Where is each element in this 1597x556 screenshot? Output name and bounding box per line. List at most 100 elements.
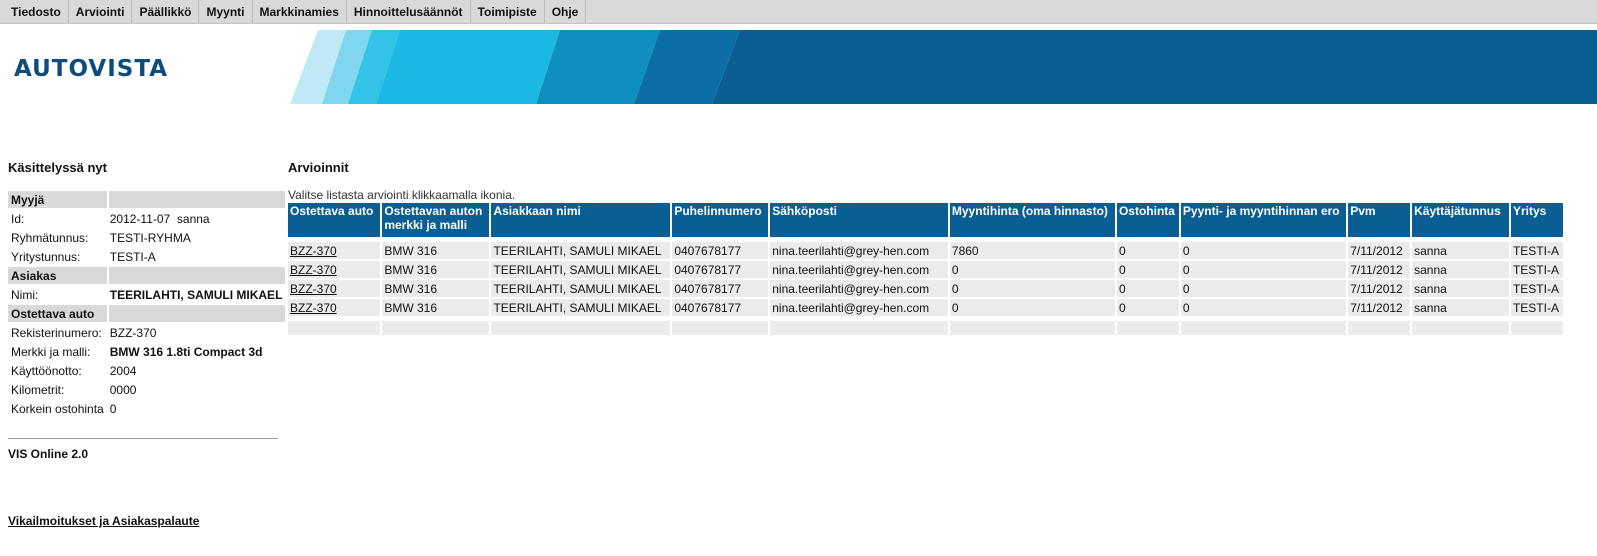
cell-customer-name: TEERILAHTI, SAMULI MIKAEL — [491, 280, 671, 297]
cell-phone: 0407678177 — [672, 261, 769, 278]
row-spacer — [288, 318, 1563, 319]
menu-myynti[interactable]: Myynti — [199, 0, 253, 23]
feedback-link[interactable]: Vikailmoitukset ja Asiakaspalaute — [8, 514, 199, 528]
col-header[interactable]: Myyntihinta (oma hinnasto) — [949, 203, 1115, 237]
evaluations-table: Ostettava auto Ostettavan auton merkki j… — [286, 201, 1565, 337]
group-value: TESTI-RYHMA — [109, 230, 191, 245]
cell-username: sanna — [1412, 261, 1509, 278]
model-value: BMW 316 1.8ti Compact 3d — [109, 344, 263, 359]
maxprice-label: Korkein ostohinta — [11, 401, 104, 416]
table-row[interactable]: BZZ-370 BMW 316 TEERILAHTI, SAMULI MIKAEL 0… — [288, 299, 1563, 316]
km-label: Kilometrit: — [11, 382, 65, 397]
menu-markkinamies[interactable]: Markkinamies — [253, 0, 347, 23]
name-label: Nimi: — [11, 287, 39, 302]
cell-email: nina.teerilahti@grey-hen.com — [770, 299, 948, 316]
cell-purchase-price: 0 — [1116, 242, 1179, 259]
col-header[interactable]: Yritys — [1510, 203, 1563, 237]
company-label: Yritystunnus: — [11, 249, 81, 264]
name-value: TEERILAHTI, SAMULI MIKAEL — [109, 287, 283, 302]
col-header[interactable]: Puhelinnumero — [672, 203, 769, 237]
year-row: Käyttöönotto: 2004 — [8, 362, 285, 379]
car-section: Ostettava auto — [8, 305, 286, 322]
col-header[interactable]: Käyttäjätunnus — [1412, 203, 1509, 237]
row-spacer — [288, 239, 1563, 240]
cell-company: TESTI-A — [1510, 280, 1563, 297]
version-label: VIS Online 2.0 — [8, 447, 89, 461]
cell-email: nina.teerilahti@grey-hen.com — [770, 280, 948, 297]
col-header[interactable]: Ostettava auto — [288, 203, 381, 237]
col-header[interactable]: Pyynti- ja myyntihinnan ero — [1180, 203, 1347, 237]
customer-header: Asiakas — [8, 267, 107, 284]
cell-date: 7/11/2012 — [1348, 242, 1411, 259]
col-header[interactable]: Sähköposti — [770, 203, 948, 237]
cell-reg-link: BZZ-370 — [288, 299, 381, 316]
cell-reg-link: BZZ-370 — [288, 242, 381, 259]
seller-section: Myyjä — [8, 191, 286, 208]
id-label: Id: — [11, 211, 25, 226]
menu-hinnoittelusaannot[interactable]: Hinnoittelusäännöt — [347, 0, 471, 23]
menu-ohje[interactable]: Ohje — [545, 0, 587, 23]
customer-section: Asiakas — [8, 267, 286, 284]
col-header[interactable]: Asiakkaan nimi — [491, 203, 671, 237]
model-label: Merkki ja malli: — [11, 344, 91, 359]
table-row[interactable]: BZZ-370 BMW 316 TEERILAHTI, SAMULI MIKAEL 0… — [288, 242, 1563, 259]
cell-sale-price: 7860 — [949, 242, 1115, 259]
cell-reg-link: BZZ-370 — [288, 280, 381, 297]
year-label: Käyttöönotto: — [11, 363, 82, 378]
group-row: Ryhmätunnus: TESTI-RYHMA — [8, 229, 285, 246]
car-header: Ostettava auto — [8, 305, 107, 322]
cell-username: sanna — [1412, 242, 1509, 259]
evaluation-link[interactable]: BZZ-370 — [290, 282, 337, 296]
reg-value: BZZ-370 — [109, 325, 157, 340]
km-value: 0000 — [109, 382, 137, 397]
cell-purchase-price: 0 — [1116, 280, 1179, 297]
table-header-row: Ostettava auto Ostettavan auton merkki j… — [288, 203, 1563, 237]
page-title: Arvioinnit — [288, 160, 349, 175]
cell-customer-name: TEERILAHTI, SAMULI MIKAEL — [491, 261, 671, 278]
maxprice-row: Korkein ostohinta 0 — [8, 400, 285, 417]
km-row: Kilometrit: 0000 — [8, 381, 285, 398]
cell-company: TESTI-A — [1510, 299, 1563, 316]
cell-car-model: BMW 316 — [382, 242, 490, 259]
cell-company: TESTI-A — [1510, 261, 1563, 278]
menu-arviointi[interactable]: Arviointi — [69, 0, 133, 23]
evaluation-link[interactable]: BZZ-370 — [290, 263, 337, 277]
col-header[interactable]: Pvm — [1348, 203, 1411, 237]
cell-username: sanna — [1412, 299, 1509, 316]
evaluation-link[interactable]: BZZ-370 — [290, 301, 337, 315]
company-row: Yritystunnus: TESTI-A — [8, 248, 285, 265]
table-row[interactable]: BZZ-370 BMW 316 TEERILAHTI, SAMULI MIKAEL 0… — [288, 261, 1563, 278]
empty-row — [288, 321, 1563, 335]
cell-price-difference: 0 — [1180, 242, 1347, 259]
year-value: 2004 — [109, 363, 137, 378]
cell-price-difference: 0 — [1180, 280, 1347, 297]
id-row: Id: 2012-11-07 sanna — [8, 210, 285, 227]
instruction-text: Valitse listasta arviointi klikkaamalla … — [288, 188, 516, 202]
cell-date: 7/11/2012 — [1348, 299, 1411, 316]
banner-stripe — [376, 30, 560, 104]
col-header[interactable]: Ostohinta — [1116, 203, 1179, 237]
cell-phone: 0407678177 — [672, 299, 769, 316]
cell-sale-price: 0 — [949, 261, 1115, 278]
cell-purchase-price: 0 — [1116, 299, 1179, 316]
cell-sale-price: 0 — [949, 280, 1115, 297]
cell-price-difference: 0 — [1180, 299, 1347, 316]
menu-paallikko[interactable]: Päällikkö — [132, 0, 200, 23]
name-row: Nimi: TEERILAHTI, SAMULI MIKAEL — [8, 286, 285, 303]
sidebar-title: Käsittelyssä nyt — [8, 160, 107, 175]
col-header[interactable]: Ostettavan auton merkki ja malli — [382, 203, 490, 237]
menu-toimipiste[interactable]: Toimipiste — [471, 0, 545, 23]
menu-tiedosto[interactable]: Tiedosto — [4, 0, 69, 23]
cell-email: nina.teerilahti@grey-hen.com — [770, 242, 948, 259]
cell-customer-name: TEERILAHTI, SAMULI MIKAEL — [491, 242, 671, 259]
cell-customer-name: TEERILAHTI, SAMULI MIKAEL — [491, 299, 671, 316]
autovista-logo: AUTOVISTA — [14, 56, 169, 82]
cell-sale-price: 0 — [949, 299, 1115, 316]
cell-reg-link: BZZ-370 — [288, 261, 381, 278]
sidebar-divider — [8, 438, 278, 439]
table-row[interactable]: BZZ-370 BMW 316 TEERILAHTI, SAMULI MIKAEL 0… — [288, 280, 1563, 297]
cell-company: TESTI-A — [1510, 242, 1563, 259]
evaluation-link[interactable]: BZZ-370 — [290, 244, 337, 258]
menu-bar: Tiedosto Arviointi Päällikkö Myynti Mark… — [0, 0, 1597, 24]
cell-car-model: BMW 316 — [382, 280, 490, 297]
